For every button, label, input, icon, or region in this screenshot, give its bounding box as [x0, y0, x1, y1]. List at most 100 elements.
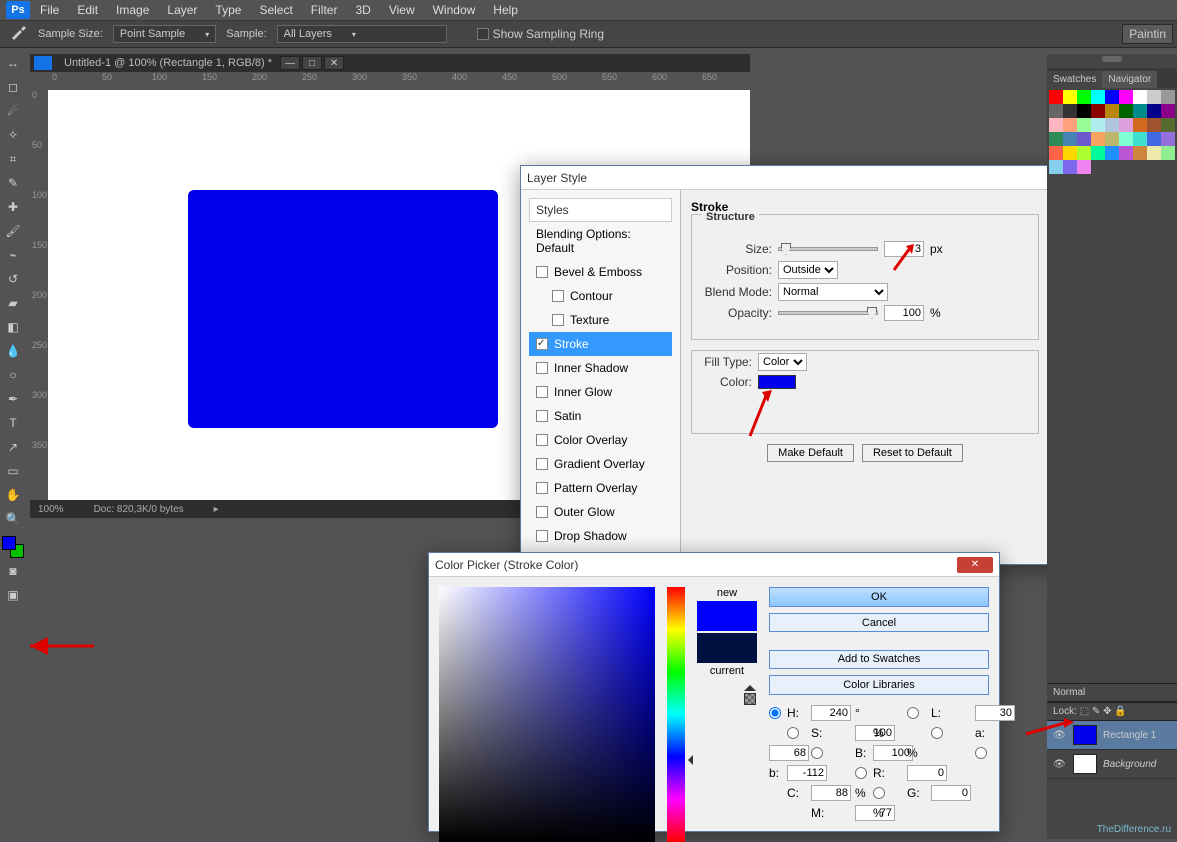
marquee-tool-icon[interactable]: ◻ [2, 76, 24, 98]
swatch[interactable] [1119, 118, 1133, 132]
swatch[interactable] [1147, 104, 1161, 118]
swatch[interactable] [1147, 132, 1161, 146]
swatch[interactable] [1161, 104, 1175, 118]
brush-tool-icon[interactable]: 🖌 [2, 220, 24, 242]
filltype-select[interactable]: Color [758, 353, 807, 371]
gradient-tool-icon[interactable]: ◧ [2, 316, 24, 338]
quickmask-icon[interactable]: ◙ [2, 560, 24, 582]
satin-row[interactable]: Satin [529, 404, 672, 428]
a-input[interactable] [769, 745, 809, 761]
a-radio[interactable] [931, 727, 943, 739]
swatch[interactable] [1147, 146, 1161, 160]
c-input[interactable] [811, 785, 851, 801]
cp-cancel-button[interactable]: Cancel [769, 613, 989, 633]
swatch[interactable] [1063, 90, 1077, 104]
chevron-right-icon[interactable]: ▸ [214, 504, 219, 515]
add-to-swatches-button[interactable]: Add to Swatches [769, 650, 989, 670]
swatch[interactable] [1133, 90, 1147, 104]
color-field[interactable] [439, 587, 655, 842]
stamp-tool-icon[interactable]: ⌁ [2, 244, 24, 266]
zoom-tool-icon[interactable]: 🔍 [2, 508, 24, 530]
swatches-tab[interactable]: Swatches [1047, 71, 1102, 88]
show-sampling-ring-checkbox[interactable]: Show Sampling Ring [477, 27, 604, 41]
eraser-tool-icon[interactable]: ▰ [2, 292, 24, 314]
dodge-tool-icon[interactable]: ○ [2, 364, 24, 386]
swatch[interactable] [1119, 90, 1133, 104]
layer-rectangle[interactable]: 👁 Rectangle 1 [1047, 721, 1177, 750]
cp-ok-button[interactable]: OK [769, 587, 989, 607]
h-radio[interactable] [769, 707, 781, 719]
swatch[interactable] [1077, 104, 1091, 118]
make-default-button[interactable]: Make Default [767, 444, 854, 462]
swatch[interactable] [1091, 146, 1105, 160]
swatch[interactable] [1133, 118, 1147, 132]
swatch[interactable] [1091, 90, 1105, 104]
swatch[interactable] [1105, 132, 1119, 146]
r-input[interactable] [907, 765, 947, 781]
wand-tool-icon[interactable]: ✧ [2, 124, 24, 146]
heal-tool-icon[interactable]: ✚ [2, 196, 24, 218]
zoom-value[interactable]: 100% [38, 504, 64, 515]
sample-dropdown[interactable]: All Layers▾ [277, 25, 447, 43]
swatch[interactable] [1105, 146, 1119, 160]
minimize-button[interactable]: — [280, 56, 300, 70]
type-tool-icon[interactable]: T [2, 412, 24, 434]
lasso-tool-icon[interactable]: ☄ [2, 100, 24, 122]
swatch[interactable] [1119, 146, 1133, 160]
g-input[interactable] [931, 785, 971, 801]
h-input[interactable] [811, 705, 851, 721]
sample-size-dropdown[interactable]: Point Sample▾ [113, 25, 216, 43]
swatch[interactable] [1161, 146, 1175, 160]
swatch[interactable] [1077, 118, 1091, 132]
swatch[interactable] [1063, 146, 1077, 160]
crop-tool-icon[interactable]: ⌗ [2, 148, 24, 170]
menu-select[interactable]: Select [259, 3, 292, 17]
blend-mode-select[interactable]: Normal [1053, 687, 1085, 698]
size-input[interactable] [884, 241, 924, 257]
layer-background[interactable]: 👁 Background [1047, 750, 1177, 779]
document-tab[interactable]: Untitled-1 @ 100% (Rectangle 1, RGB/8) * [56, 54, 280, 72]
inner-glow-row[interactable]: Inner Glow [529, 380, 672, 404]
visibility-icon[interactable]: 👁 [1053, 759, 1067, 770]
lock-icons[interactable]: ⬚ ✎ ✥ 🔒 [1080, 706, 1127, 717]
swatch[interactable] [1147, 118, 1161, 132]
hue-slider[interactable] [667, 587, 685, 821]
close-icon[interactable]: ✕ [957, 557, 993, 573]
swatch[interactable] [1119, 132, 1133, 146]
maximize-button[interactable]: □ [302, 56, 322, 70]
swatch[interactable] [1049, 146, 1063, 160]
drop-shadow-row[interactable]: Drop Shadow [529, 524, 672, 548]
l-radio[interactable] [907, 707, 919, 719]
swatch[interactable] [1105, 104, 1119, 118]
g-radio[interactable] [873, 787, 885, 799]
swatch[interactable] [1049, 132, 1063, 146]
swatch[interactable] [1161, 90, 1175, 104]
visibility-icon[interactable]: 👁 [1053, 730, 1067, 741]
swatch[interactable] [1049, 160, 1063, 174]
swatch[interactable] [1049, 104, 1063, 118]
menu-file[interactable]: File [40, 3, 59, 17]
new-color-swatch[interactable] [697, 601, 757, 631]
swatch[interactable] [1105, 118, 1119, 132]
swatch[interactable] [1091, 118, 1105, 132]
menu-window[interactable]: Window [433, 3, 476, 17]
pattern-overlay-row[interactable]: Pattern Overlay [529, 476, 672, 500]
history-brush-tool-icon[interactable]: ↺ [2, 268, 24, 290]
reset-default-button[interactable]: Reset to Default [862, 444, 963, 462]
blendmode-select[interactable]: Normal [778, 283, 888, 301]
position-select[interactable]: Outside [778, 261, 838, 279]
swatch[interactable] [1133, 132, 1147, 146]
menu-view[interactable]: View [389, 3, 415, 17]
swatch[interactable] [1077, 90, 1091, 104]
hand-tool-icon[interactable]: ✋ [2, 484, 24, 506]
color-overlay-row[interactable]: Color Overlay [529, 428, 672, 452]
lab-b-radio[interactable] [975, 747, 987, 759]
swatch[interactable] [1133, 146, 1147, 160]
menu-edit[interactable]: Edit [77, 3, 98, 17]
swatch[interactable] [1161, 132, 1175, 146]
close-doc-button[interactable]: ✕ [324, 56, 344, 70]
menu-type[interactable]: Type [215, 3, 241, 17]
menu-layer[interactable]: Layer [167, 3, 197, 17]
move-tool-icon[interactable]: ↔ [2, 52, 24, 74]
b-radio[interactable] [811, 747, 823, 759]
